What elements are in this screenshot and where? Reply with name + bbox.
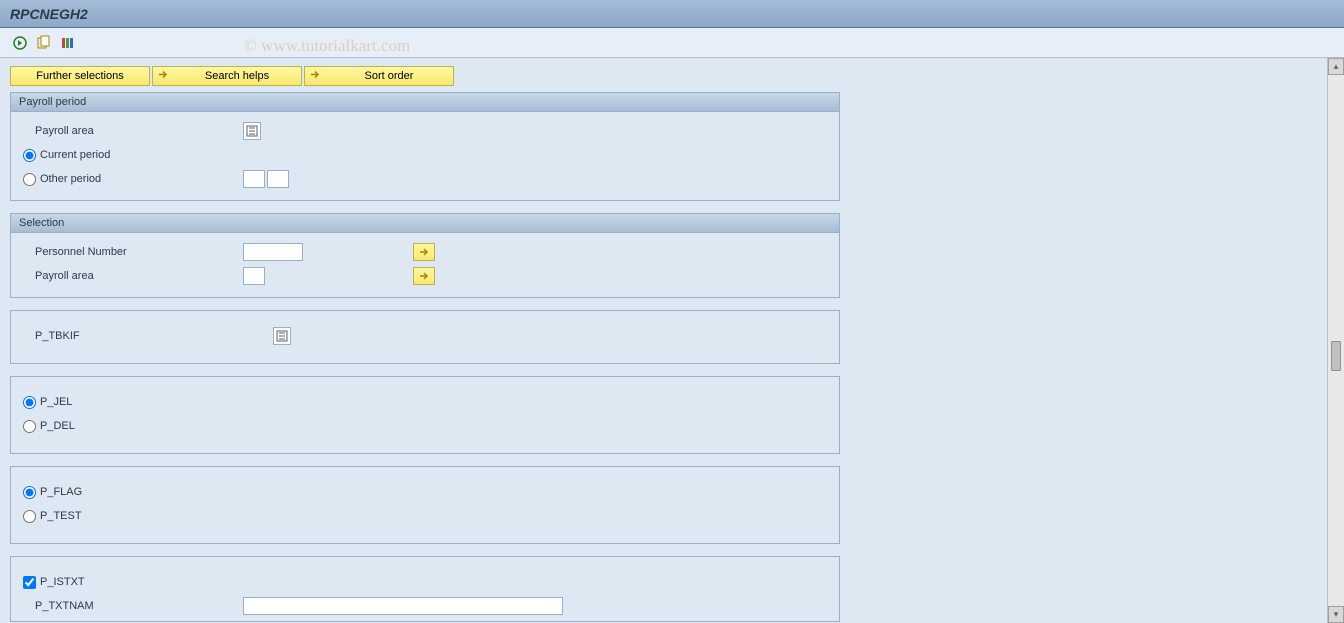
payroll-area-matchcode[interactable] [243,122,261,140]
button-row: Further selections Search helps Sort ord… [10,66,1334,86]
group-payroll-period: Payroll period Payroll area Current peri… [10,92,840,201]
personnel-number-multiselect[interactable] [413,243,435,261]
p-txtnam-field[interactable] [243,597,563,615]
radio-label-text: Current period [40,149,110,161]
p-del-input[interactable] [23,420,36,433]
other-period-radio[interactable]: Other period [23,173,243,186]
payroll-area-sel-field[interactable] [243,267,265,285]
p-jel-input[interactable] [23,396,36,409]
p-flag-input[interactable] [23,486,36,499]
scroll-thumb[interactable] [1331,341,1341,371]
radio-label-text: P_TEST [40,510,82,522]
other-period-input[interactable] [23,173,36,186]
group-flag-test: P_FLAG P_TEST [10,466,840,544]
p-tbkif-matchcode[interactable] [273,327,291,345]
sort-order-button[interactable]: Sort order [304,66,454,86]
p-istxt-checkbox[interactable]: P_ISTXT [23,576,85,589]
payroll-area-label: Payroll area [23,125,243,137]
personnel-number-label: Personnel Number [23,246,243,258]
header-bar: RPCNEGH2 [0,0,1344,28]
group-tbkif: P_TBKIF [10,310,840,364]
current-period-radio[interactable]: Current period [23,149,110,162]
group-jel-del: P_JEL P_DEL [10,376,840,454]
button-label: Sort order [365,70,414,82]
radio-label-text: Other period [40,173,101,185]
group-header: Selection [11,214,839,233]
options-icon[interactable] [58,33,78,53]
payroll-area-multiselect[interactable] [413,267,435,285]
group-header: Payroll period [11,93,839,112]
scroll-down-button[interactable]: ▾ [1328,606,1344,623]
current-period-input[interactable] [23,149,36,162]
scroll-up-button[interactable]: ▴ [1328,58,1344,75]
main-content: Further selections Search helps Sort ord… [0,58,1344,623]
button-label: Search helps [205,70,269,82]
radio-label-text: P_JEL [40,396,72,408]
other-period-field-2[interactable] [267,170,289,188]
button-label: Further selections [36,70,123,82]
group-txt: P_ISTXT P_TXTNAM [10,556,840,622]
p-txtnam-label: P_TXTNAM [23,600,243,612]
execute-icon[interactable] [10,33,30,53]
toolbar [0,28,1344,58]
p-flag-radio[interactable]: P_FLAG [23,486,82,499]
checkbox-label-text: P_ISTXT [40,576,85,588]
further-selections-button[interactable]: Further selections [10,66,150,86]
p-jel-radio[interactable]: P_JEL [23,396,72,409]
group-selection: Selection Personnel Number Payroll area [10,213,840,298]
other-period-field-1[interactable] [243,170,265,188]
arrow-right-icon [309,69,321,84]
p-test-radio[interactable]: P_TEST [23,510,82,523]
payroll-area-sel-label: Payroll area [23,270,243,282]
page-title: RPCNEGH2 [10,6,88,22]
p-del-radio[interactable]: P_DEL [23,420,75,433]
personnel-number-field[interactable] [243,243,303,261]
search-helps-button[interactable]: Search helps [152,66,302,86]
radio-label-text: P_DEL [40,420,75,432]
p-istxt-input[interactable] [23,576,36,589]
vertical-scrollbar[interactable]: ▴ ▾ [1327,58,1344,623]
p-test-input[interactable] [23,510,36,523]
arrow-right-icon [157,69,169,84]
radio-label-text: P_FLAG [40,486,82,498]
variant-icon[interactable] [34,33,54,53]
p-tbkif-label: P_TBKIF [23,330,243,342]
